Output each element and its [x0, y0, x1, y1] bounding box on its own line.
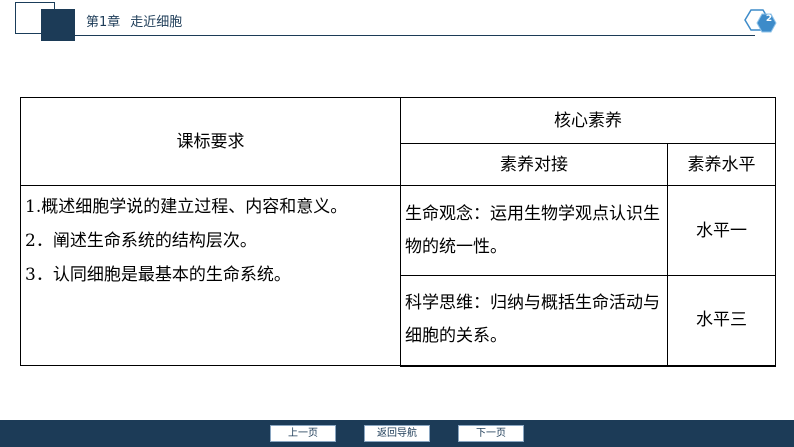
requirement-item-2: 2．阐述生命系统的结构层次。 [25, 231, 257, 251]
chapter-label: 第1章 [86, 15, 121, 30]
header-rule [75, 35, 755, 36]
table-row: 1.概述细胞学说的建立过程、内容和意义。 2．阐述生命系统的结构层次。 3．认同… [20, 185, 776, 366]
requirement-item-3: 3．认同细胞是最基本的生命系统。 [25, 265, 291, 285]
header-course-requirements: 课标要求 [20, 97, 401, 186]
next-page-button[interactable]: 下一页 [458, 425, 524, 442]
literacy-match-cell-1: 生命观念：运用生物学观点认识生物的统一性。 [400, 185, 668, 276]
return-nav-button[interactable]: 返回导航 [364, 425, 430, 442]
chapter-title: 走近细胞 [130, 15, 183, 30]
requirement-item-1: 1.概述细胞学说的建立过程、内容和意义。 [25, 197, 348, 217]
curriculum-table: 课标要求 核心素养 素养对接 素养水平 1.概述细胞学说的建立过程、内容和意义。… [20, 97, 776, 367]
header-literacy-match: 素养对接 [400, 143, 668, 186]
literacy-level-cell-1: 水平一 [667, 185, 776, 276]
literacy-match-cell-2: 科学思维：归纳与概括生命活动与细胞的关系。 [400, 275, 668, 367]
requirements-cell: 1.概述细胞学说的建立过程、内容和意义。 2．阐述生命系统的结构层次。 3．认同… [20, 185, 401, 366]
header-literacy-level: 素养水平 [667, 143, 776, 186]
literacy-level-cell-2: 水平三 [667, 275, 776, 367]
prev-page-button[interactable]: 上一页 [270, 425, 336, 442]
header-core-literacy: 核心素养 [400, 97, 776, 144]
chapter-heading: 第1章 走近细胞 [86, 11, 182, 30]
page-number: 2 [765, 14, 773, 24]
table-header-row: 课标要求 核心素养 [20, 97, 776, 186]
header-decoration-block [41, 9, 75, 41]
